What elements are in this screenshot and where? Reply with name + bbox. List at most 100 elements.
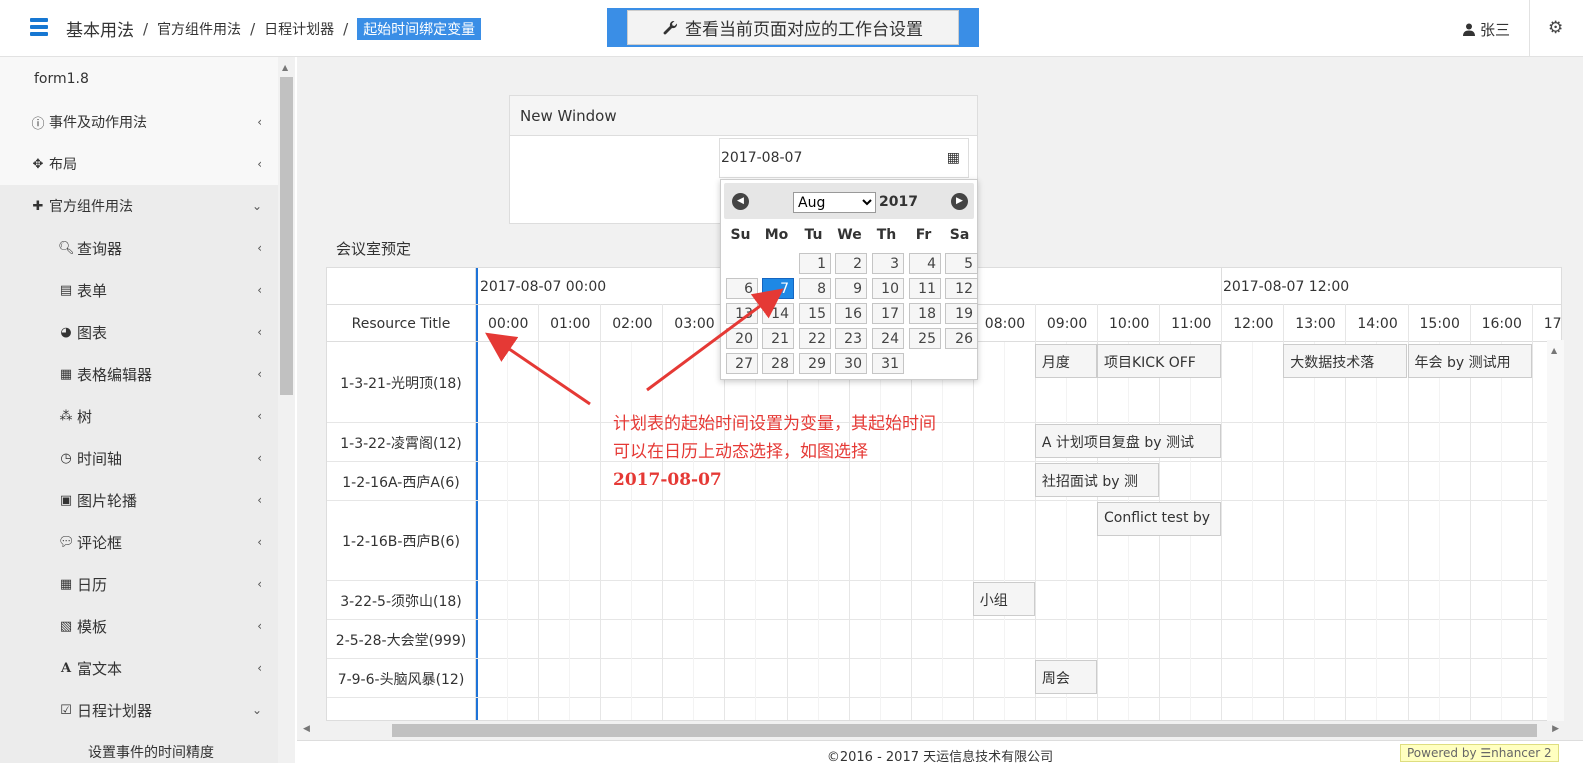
date-cell[interactable]: 20 [726,328,758,349]
weekday-header: Mo [764,227,789,243]
date-cell[interactable]: 3 [872,253,904,274]
scheduler-vertical-scrollbar[interactable]: ▲ [1547,340,1564,721]
date-cell[interactable]: 11 [909,278,941,299]
user-icon [1463,23,1475,36]
date-cell[interactable]: 17 [872,303,904,324]
schedule-event[interactable]: 年会 by 测试用 [1407,344,1532,378]
chevron-left-icon: ‹ [257,409,262,423]
sidebar-scroll-thumb[interactable] [280,77,293,395]
schedule-event[interactable]: 项目KICK OFF [1097,344,1222,378]
date-cell[interactable]: 18 [909,303,941,324]
date-cell[interactable]: 29 [799,353,831,374]
date-input[interactable]: 2017-08-07 ▦ [719,138,969,178]
sidebar-item-comment[interactable]: 💬︎ 评论框 ‹ [0,521,278,563]
weekday-header: Fr [915,227,932,243]
date-cell[interactable]: 7 [762,278,794,299]
date-cell[interactable]: 23 [835,328,867,349]
sidebar-item-label: 图片轮播 [77,491,138,510]
sidebar-item-label: 富文本 [77,659,123,678]
schedule-event[interactable]: A 计划项目复盘 by 测试 [1034,424,1222,458]
schedule-event[interactable]: Conflict test by [1097,502,1222,536]
calendar-icon[interactable]: ▦ [947,150,960,166]
footer-copyright: ©2016 - 2017 天运信息技术有限公司 [297,740,1583,765]
sidebar-item-richtext[interactable]: A 富文本 ‹ [0,647,278,689]
schedule-event[interactable]: 社招面试 by 测 [1034,463,1160,497]
annotation-line: 可以在日历上动态选择，如图选择 [613,442,868,462]
sidebar-item-time-precision[interactable]: 设置事件的时间精度 [0,731,278,763]
user-menu[interactable]: 张三 [1463,19,1510,40]
calendar-check-icon: ☑ [60,702,72,718]
sidebar-item-scheduler[interactable]: ☑ 日程计划器 ⌄ [0,689,278,731]
schedule-event[interactable]: 周会 [1034,660,1097,694]
resource-row-label: 1-3-22-凌霄阁(12) [340,435,462,452]
date-cell[interactable]: 9 [835,278,867,299]
date-cell[interactable]: 6 [726,278,758,299]
date-cell[interactable]: 19 [945,303,978,324]
hour-header: 13:00 [1295,316,1336,332]
sidebar-item-carousel[interactable]: ▣ 图片轮播 ‹ [0,479,278,521]
horizontal-scroll-thumb[interactable] [392,724,1537,737]
sidebar-item-chart[interactable]: ◕ 图表 ‹ [0,311,278,353]
date-cell[interactable]: 21 [762,328,794,349]
date-cell[interactable]: 16 [835,303,867,324]
date-input-value: 2017-08-07 [721,150,803,166]
scroll-right-icon[interactable]: ▶ [1552,724,1559,734]
chevron-left-icon: ‹ [257,367,262,381]
sidebar-item-events[interactable]: ⓘ 事件及动作用法 ‹ [0,101,278,143]
day-header: 2017-08-07 12:00 [1223,279,1350,295]
schedule-event[interactable]: 小组 [972,582,1035,616]
next-month-icon[interactable]: ▶ [951,193,968,210]
scroll-up-icon[interactable]: ▲ [1551,346,1557,355]
date-cell[interactable]: 22 [799,328,831,349]
scroll-left-icon[interactable]: ◀ [303,724,310,734]
date-cell[interactable]: 24 [872,328,904,349]
scheduler-horizontal-scrollbar[interactable]: ◀ ▶ [297,721,1565,740]
date-cell[interactable]: 2 [835,253,867,274]
sidebar-item-query[interactable]: 🔍︎ 查询器 ‹ [0,227,278,269]
hour-header: 15:00 [1419,316,1460,332]
sidebar-item-table-editor[interactable]: ▦ 表格编辑器 ‹ [0,353,278,395]
date-cell[interactable]: 15 [799,303,831,324]
breadcrumb-item-components[interactable]: 官方组件用法 [157,19,241,39]
sidebar-item-timeline[interactable]: ◷ 时间轴 ‹ [0,437,278,479]
settings-gear-icon[interactable]: ⚙ [1548,18,1563,38]
sidebar-item-layout[interactable]: ✥ 布局 ‹ [0,143,278,185]
schedule-event[interactable]: 大数据技术落 [1283,344,1408,378]
sidebar-item-template[interactable]: ▧ 模板 ‹ [0,605,278,647]
date-cell[interactable]: 13 [726,303,758,324]
date-cell[interactable]: 25 [909,328,941,349]
sidebar-scrollbar[interactable]: ▲ [278,57,295,763]
date-cell[interactable]: 4 [909,253,941,274]
prev-month-icon[interactable]: ◀ [732,193,749,210]
date-cell[interactable]: 31 [872,353,904,374]
wrench-icon [663,20,678,34]
sidebar-item-calendar[interactable]: ▦ 日历 ‹ [0,563,278,605]
year-label: 2017 [879,194,918,210]
chevron-left-icon: ‹ [257,451,262,465]
date-cell[interactable]: 14 [762,303,794,324]
chevron-left-icon: ‹ [257,661,262,675]
date-cell[interactable]: 1 [799,253,831,274]
scroll-up-icon[interactable]: ▲ [282,63,288,72]
date-cell[interactable]: 28 [762,353,794,374]
sidebar-item-tree[interactable]: ⁂ 树 ‹ [0,395,278,437]
chevron-left-icon: ‹ [257,241,262,255]
schedule-event[interactable]: 月度 [1034,344,1097,378]
template-icon: ▧ [59,618,73,634]
date-cell[interactable]: 8 [799,278,831,299]
hour-header: 01:00 [550,316,591,332]
date-cell[interactable]: 27 [726,353,758,374]
date-cell[interactable]: 30 [835,353,867,374]
date-cell[interactable]: 12 [945,278,978,299]
workspace-settings-button[interactable]: 查看当前页面对应的工作台设置 [627,10,959,45]
date-cell[interactable]: 5 [945,253,978,274]
menu-toggle-icon[interactable] [30,18,48,39]
sidebar-item-components[interactable]: ✚ 官方组件用法 ⌄ [0,185,278,227]
sidebar-item-form-version[interactable]: form1.8 [0,57,278,101]
sidebar-item-form[interactable]: ▤ 表单 ‹ [0,269,278,311]
breadcrumb-item-home[interactable]: 基本用法 [66,16,134,41]
date-cell[interactable]: 26 [945,328,978,349]
date-cell[interactable]: 10 [872,278,904,299]
month-select[interactable]: Aug [793,192,876,213]
breadcrumb-item-scheduler[interactable]: 日程计划器 [264,19,334,39]
